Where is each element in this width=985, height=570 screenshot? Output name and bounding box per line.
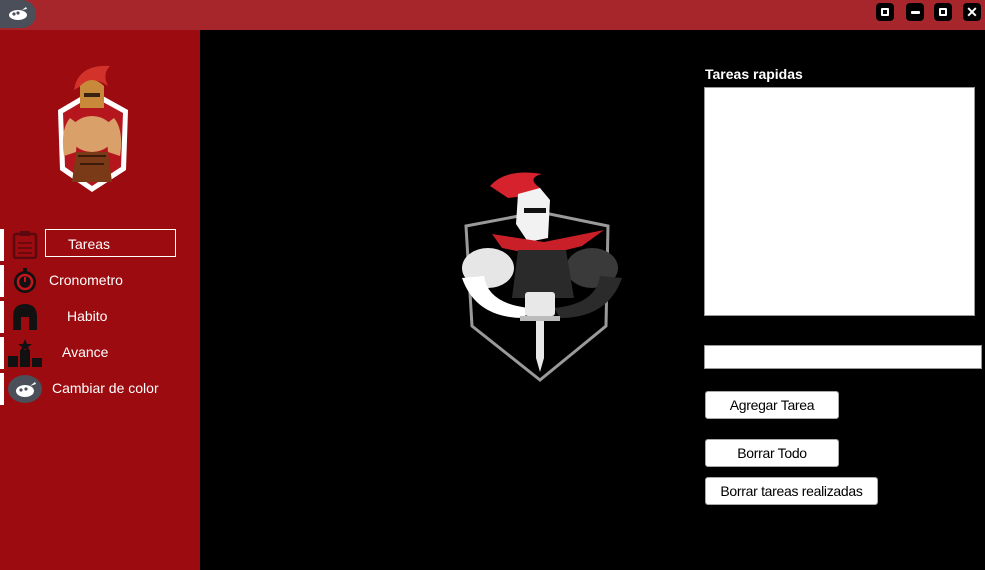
nav-label-cambiar-color: Cambiar de color (52, 380, 159, 396)
nav-active-box (45, 229, 176, 257)
podium-icon (8, 339, 42, 367)
nav-item-avance[interactable]: Avance (0, 337, 200, 369)
nav-item-tareas[interactable]: Tareas (0, 229, 200, 261)
task-input[interactable] (704, 345, 982, 369)
sidebar: Tareas Cronometro Habito Avance Cambiar … (0, 30, 200, 570)
quick-tasks-title: Tareas rapidas (705, 66, 803, 82)
app-palette-icon[interactable] (0, 0, 36, 28)
clear-done-button[interactable]: Borrar tareas realizadas (705, 477, 878, 505)
nav-indicator (0, 301, 4, 333)
main-content: Tareas rapidas Agregar Tarea Borrar Todo… (200, 30, 985, 570)
nav-label-avance: Avance (62, 344, 109, 360)
nav-label-tareas: Tareas (68, 236, 111, 252)
spartan-logo (58, 65, 128, 192)
minimize-icon (910, 10, 920, 14)
nav-indicator (0, 229, 4, 261)
helmet-icon (13, 304, 37, 330)
quick-tasks-list[interactable] (704, 87, 975, 316)
clear-all-button[interactable]: Borrar Todo (705, 439, 839, 467)
nav-indicator (0, 265, 4, 297)
nav-item-cronometro[interactable]: Cronometro (0, 265, 200, 297)
stopwatch-icon (14, 268, 36, 293)
nav-item-habito[interactable]: Habito (0, 301, 200, 333)
nav-indicator (0, 373, 4, 405)
nav-label-cronometro: Cronometro (49, 272, 123, 288)
nav-label-habito: Habito (67, 308, 108, 324)
palette-icon (8, 375, 42, 403)
maximize-icon (939, 8, 947, 16)
restore-small-button[interactable] (876, 3, 894, 21)
clipboard-icon (12, 231, 38, 259)
nav-indicator (0, 337, 4, 369)
maximize-button[interactable] (934, 3, 952, 21)
nav-item-cambiar-color[interactable]: Cambiar de color (0, 373, 200, 405)
minimize-button[interactable] (906, 3, 924, 21)
close-button[interactable]: ✕ (963, 3, 981, 21)
close-icon: ✕ (966, 4, 978, 20)
square-icon (881, 8, 889, 16)
knight-logo (462, 172, 622, 382)
title-bar: ✕ (0, 0, 985, 30)
add-task-button[interactable]: Agregar Tarea (705, 391, 839, 419)
